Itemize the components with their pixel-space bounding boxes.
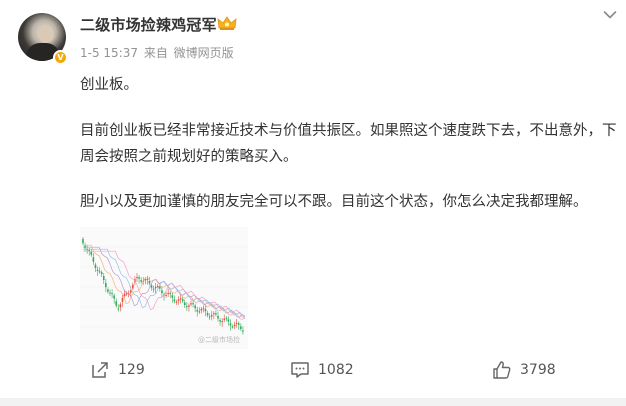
candle-body bbox=[242, 330, 244, 332]
candle-body bbox=[105, 282, 107, 288]
timestamp[interactable]: 1-5 15:37 bbox=[80, 46, 138, 60]
candle-body bbox=[154, 286, 157, 289]
candle-body bbox=[150, 285, 153, 288]
chart-thumbnail-graphic bbox=[80, 237, 248, 335]
candle-body bbox=[183, 302, 186, 305]
chevron-down-icon[interactable] bbox=[603, 10, 617, 20]
verified-badge-icon: V bbox=[53, 50, 68, 65]
candle-body bbox=[231, 326, 234, 328]
comment-count: 1082 bbox=[318, 362, 354, 378]
candle-body bbox=[215, 313, 217, 315]
post-paragraph: 胆小以及更加谨慎的朋友完全可以不跟。目前这个状态，你怎么决定我都理解。 bbox=[80, 194, 588, 210]
candle-body bbox=[173, 299, 176, 302]
thumbs-up-icon bbox=[493, 361, 511, 379]
candle-body bbox=[221, 321, 223, 323]
comment-icon bbox=[291, 362, 309, 378]
repost-count: 129 bbox=[118, 362, 145, 378]
candle-body bbox=[96, 269, 99, 271]
candle-body bbox=[210, 315, 213, 317]
action-bar: 129 1082 3798 bbox=[0, 355, 626, 385]
candle-body bbox=[208, 316, 211, 318]
candle-body bbox=[188, 305, 190, 307]
candle-body bbox=[88, 249, 91, 251]
candle-body bbox=[240, 326, 242, 329]
candle-body bbox=[213, 313, 215, 315]
comment-button[interactable]: 1082 bbox=[290, 355, 354, 385]
post-paragraph: 目前创业板已经非常接近技术与价值共振区。如果照这个速度跌下去，不出意外，下周会按… bbox=[80, 123, 617, 165]
source-client: 微博网页版 bbox=[173, 46, 234, 60]
candle-body bbox=[119, 304, 122, 308]
candle-body bbox=[136, 277, 138, 279]
candle-body bbox=[132, 284, 134, 289]
candle-body bbox=[113, 295, 115, 299]
candle-body bbox=[138, 277, 140, 279]
candle-body bbox=[167, 293, 169, 295]
candle-body bbox=[125, 293, 128, 295]
post-paragraph: 创业板。 bbox=[80, 77, 138, 93]
candle-body bbox=[115, 301, 118, 306]
repost-button[interactable]: 129 bbox=[90, 355, 145, 385]
candle-body bbox=[202, 308, 205, 310]
candle-body bbox=[196, 309, 199, 312]
like-count: 3798 bbox=[520, 362, 556, 378]
candle-body bbox=[102, 276, 105, 281]
candle-body bbox=[229, 323, 232, 326]
avatar-face bbox=[38, 25, 54, 43]
candle-body bbox=[237, 323, 240, 325]
candle-body bbox=[217, 315, 219, 319]
candle-body bbox=[165, 294, 167, 296]
candle-body bbox=[227, 319, 230, 322]
candle-body bbox=[121, 298, 124, 302]
candlestick-chart-image[interactable]: @二级市场捡 bbox=[80, 227, 248, 349]
like-button[interactable]: 3798 bbox=[492, 355, 556, 385]
candle-body bbox=[111, 293, 113, 295]
candle-body bbox=[223, 318, 226, 321]
candle-body bbox=[152, 288, 155, 290]
candle-body bbox=[206, 312, 209, 316]
candle-body bbox=[181, 298, 184, 301]
candle-body bbox=[204, 309, 207, 312]
candle-body bbox=[98, 271, 101, 273]
candle-body bbox=[186, 306, 188, 308]
candle-body bbox=[169, 292, 172, 294]
candle-body bbox=[175, 301, 178, 303]
candle-body bbox=[235, 323, 238, 325]
candle-body bbox=[94, 264, 97, 269]
candle-body bbox=[90, 251, 93, 255]
crown-icon bbox=[217, 16, 237, 30]
candle-body bbox=[179, 298, 182, 300]
weibo-post-card: V 二级市场捡辣鸡冠军 1-5 15:37 来自 微博网页版 创业板。 目前创业… bbox=[0, 0, 626, 406]
candle-body bbox=[146, 278, 149, 280]
candle-body bbox=[140, 280, 142, 282]
candle-body bbox=[117, 308, 120, 310]
candle-body bbox=[123, 293, 126, 296]
candle-body bbox=[190, 303, 192, 305]
candle-body bbox=[107, 289, 109, 292]
candle-body bbox=[198, 311, 201, 313]
candle-body bbox=[225, 318, 228, 320]
candle-body bbox=[82, 239, 84, 244]
candle-body bbox=[171, 295, 174, 298]
share-icon bbox=[92, 362, 108, 378]
candle-body bbox=[233, 324, 236, 327]
candle-body bbox=[200, 308, 203, 311]
candle-body bbox=[192, 303, 194, 305]
candle-body bbox=[92, 257, 95, 262]
candle-body bbox=[194, 305, 196, 309]
image-watermark: @二级市场捡 bbox=[198, 336, 240, 344]
candle-body bbox=[161, 290, 163, 294]
candle-body bbox=[177, 299, 180, 301]
card-divider bbox=[0, 398, 626, 406]
candle-body bbox=[100, 272, 103, 275]
candle-body bbox=[219, 320, 221, 322]
username[interactable]: 二级市场捡辣鸡冠军 bbox=[80, 14, 217, 35]
candle-body bbox=[109, 292, 111, 294]
candle-body bbox=[156, 285, 159, 287]
source-prefix: 来自 bbox=[143, 46, 168, 60]
post-meta: 1-5 15:37 来自 微博网页版 bbox=[80, 44, 236, 61]
